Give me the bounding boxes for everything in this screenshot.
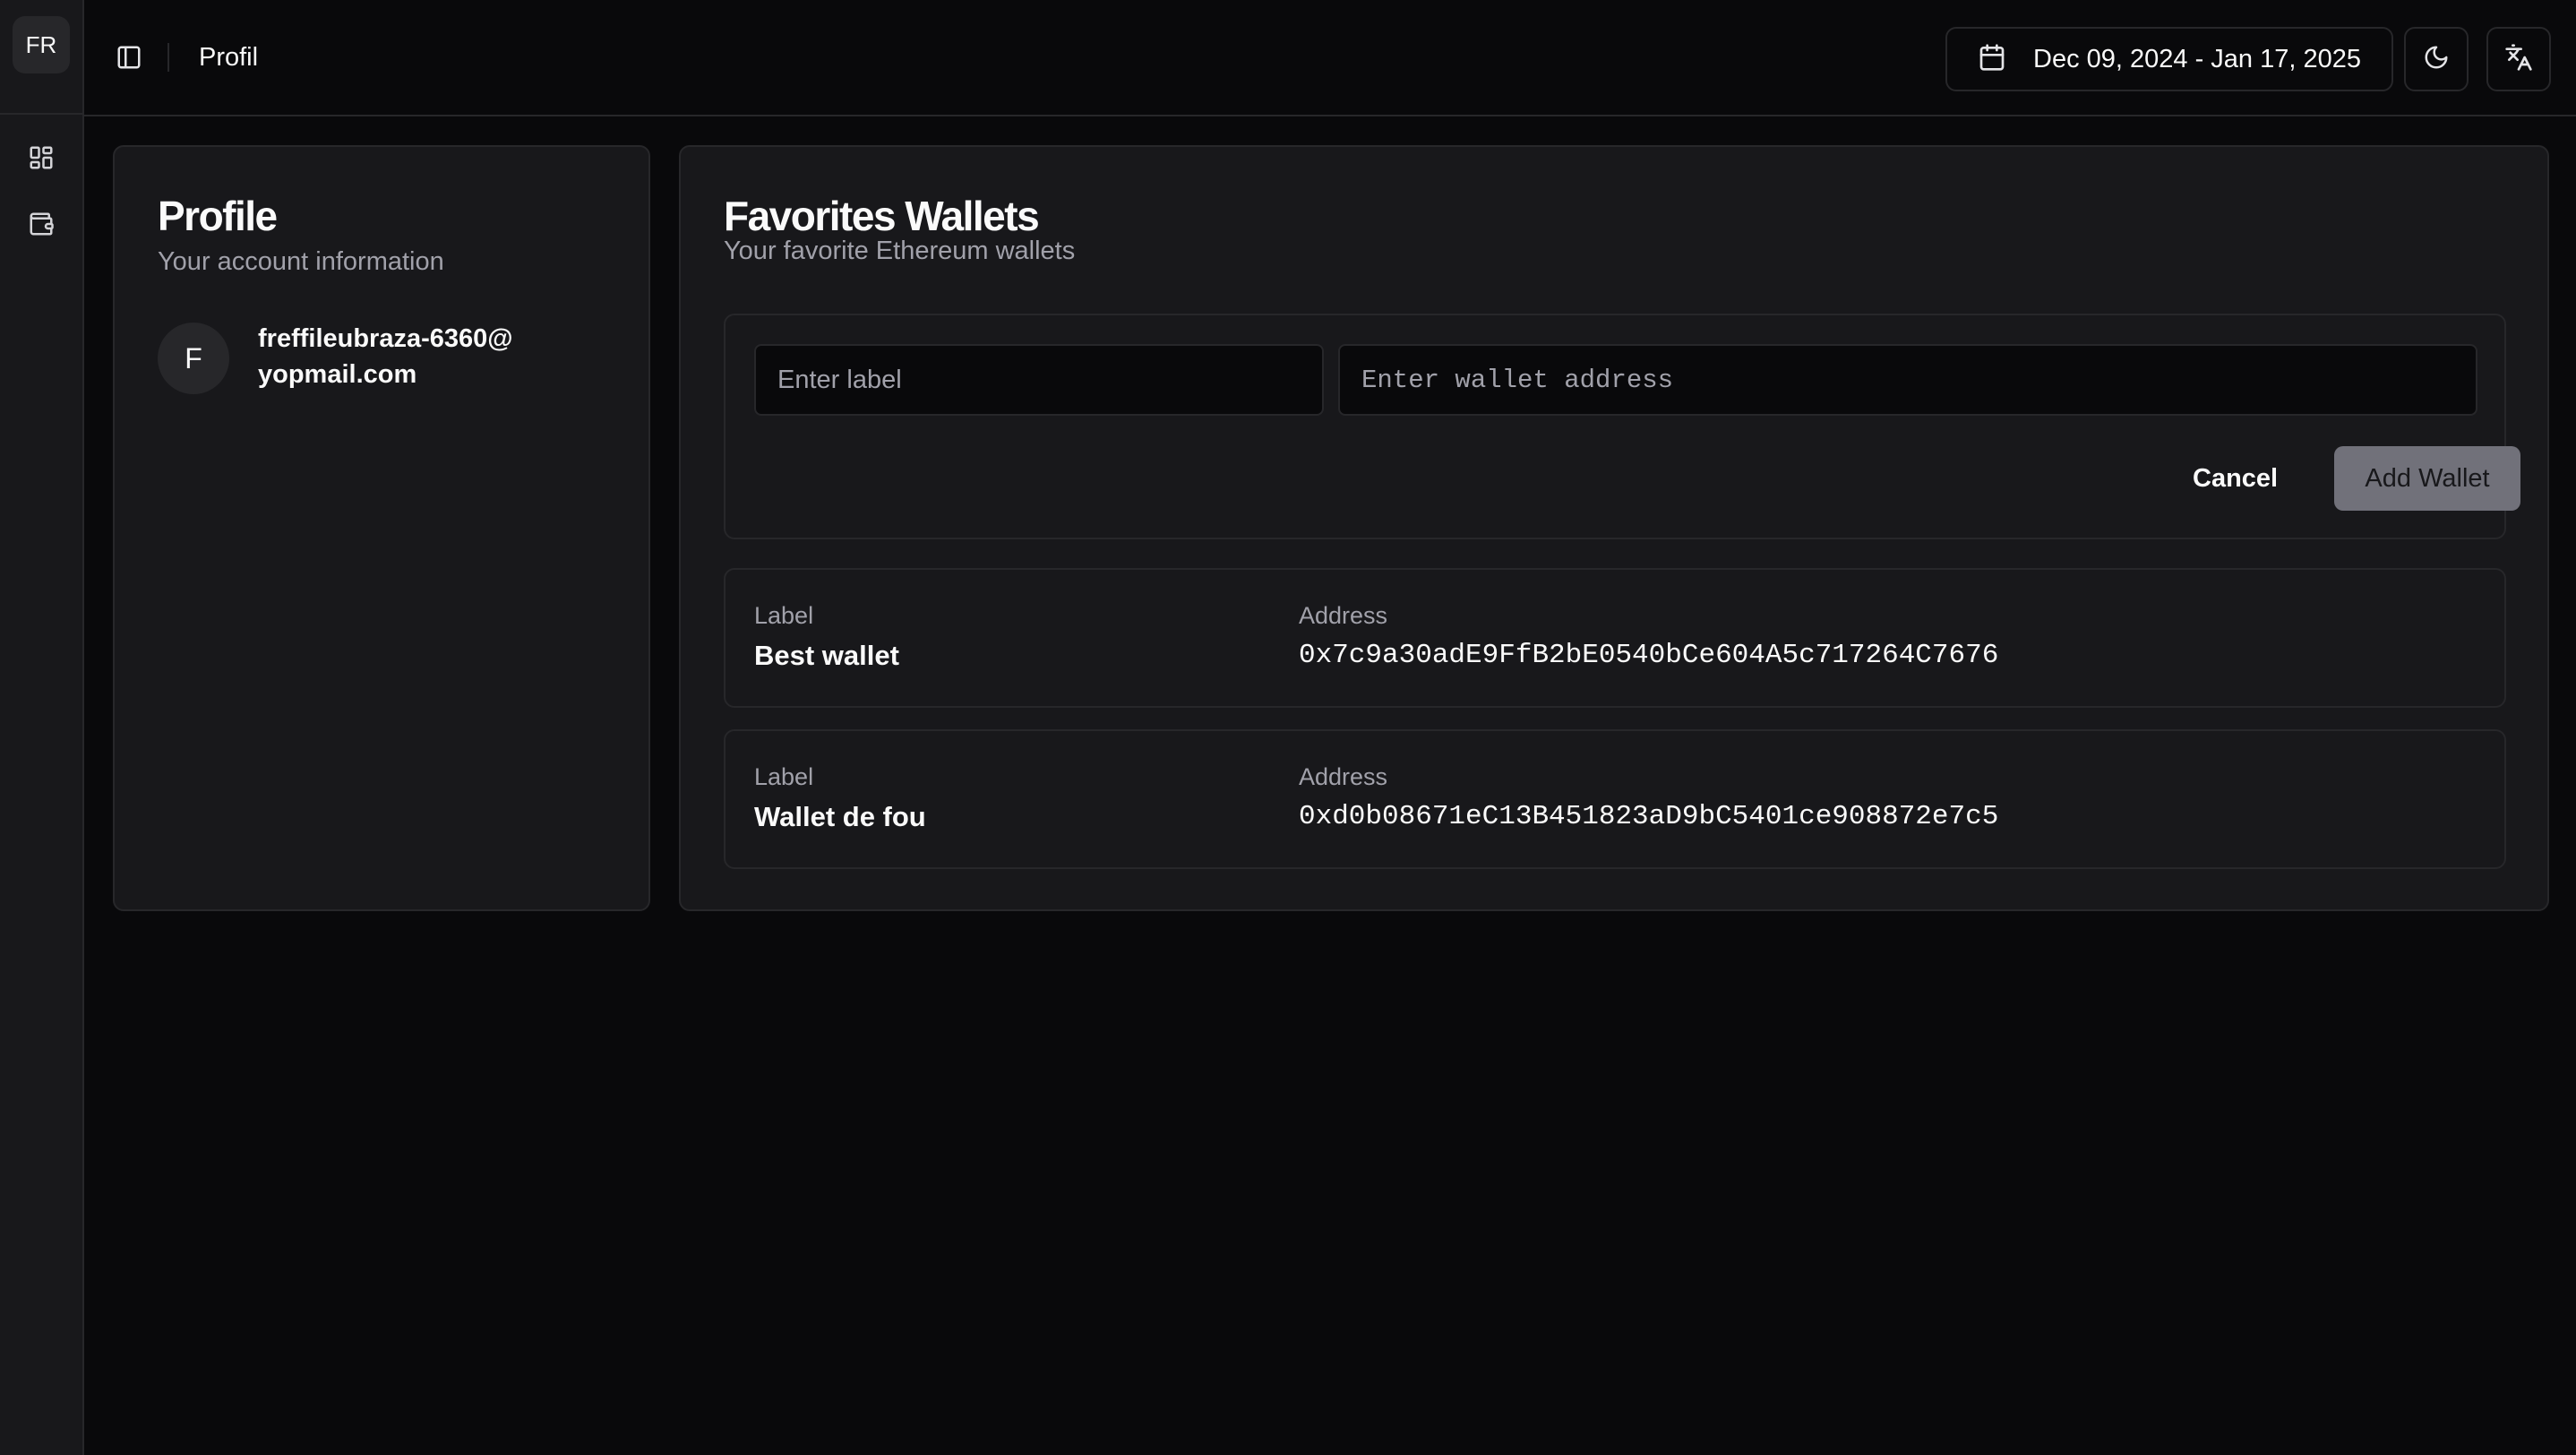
wallet-label: Wallet de fou: [754, 801, 926, 832]
favorite-wallets-card: Favorites Wallets Your favorite Ethereum…: [679, 145, 2549, 911]
profile-card: Profile Your account information F freff…: [113, 145, 650, 911]
label-heading: Label: [754, 602, 814, 629]
dashboard-icon[interactable]: [25, 142, 57, 174]
sidebar-header: FR: [0, 0, 82, 115]
wallets-subtitle: Your favorite Ethereum wallets: [724, 237, 1076, 265]
translate-icon: [2504, 43, 2533, 76]
cancel-button[interactable]: Cancel: [2175, 446, 2296, 511]
app-root: FR Profil Dec 09, 2024 - Jan 17, 2025 Pr…: [0, 0, 2576, 1455]
wallet-address: 0x7c9a30adE9FfB2bE0540bCe604A5c717264C76…: [1299, 640, 1999, 671]
date-range-picker[interactable]: Dec 09, 2024 - Jan 17, 2025: [1945, 27, 2393, 91]
date-range-text: Dec 09, 2024 - Jan 17, 2025: [2033, 44, 2361, 73]
language-button[interactable]: [2486, 27, 2551, 91]
wallets-title: Favorites Wallets: [724, 193, 1040, 239]
calendar-icon: [1978, 43, 2006, 76]
wallet-label: Best wallet: [754, 640, 899, 671]
wallet-list-item: Label Best wallet Address 0x7c9a30adE9Ff…: [724, 568, 2506, 708]
team-avatar[interactable]: FR: [13, 16, 70, 73]
theme-toggle-button[interactable]: [2404, 27, 2469, 91]
page-title: Profil: [199, 43, 259, 72]
wallet-list-item: Label Wallet de fou Address 0xd0b08671eC…: [724, 729, 2506, 869]
label-heading: Label: [754, 763, 814, 790]
top-header: Profil Dec 09, 2024 - Jan 17, 2025: [84, 0, 2576, 116]
user-email: freffileubraza-6360@yopmail.com: [258, 324, 513, 389]
wallet-address-input[interactable]: [1338, 344, 2477, 416]
profile-title: Profile: [158, 193, 278, 239]
add-wallet-button[interactable]: Add Wallet: [2334, 446, 2520, 511]
address-heading: Address: [1299, 763, 1388, 790]
sidebar-toggle-icon[interactable]: [111, 39, 147, 75]
user-avatar: F: [158, 323, 229, 394]
moon-icon: [2423, 44, 2450, 75]
wallet-address: 0xd0b08671eC13B451823aD9bC5401ce908872e7…: [1299, 801, 1999, 832]
label-input[interactable]: [754, 344, 1324, 416]
profile-subtitle: Your account information: [158, 247, 444, 276]
header-divider: [167, 43, 169, 72]
sidebar: FR: [0, 0, 84, 1455]
wallet-icon[interactable]: [25, 208, 57, 240]
address-heading: Address: [1299, 602, 1388, 629]
add-wallet-form: Cancel Add Wallet: [724, 314, 2520, 539]
